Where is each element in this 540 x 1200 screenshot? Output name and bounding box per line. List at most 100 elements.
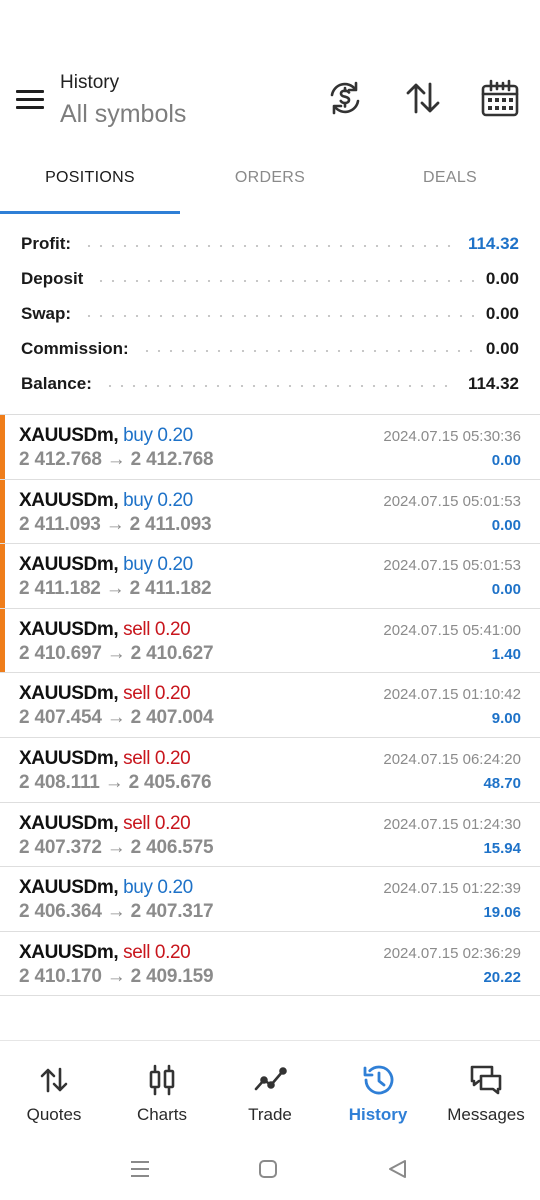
position-time: 2024.07.15 01:10:42 — [383, 686, 521, 704]
position-side: sell 0.20 — [123, 941, 191, 963]
summary-value: 114.32 — [467, 233, 519, 253]
position-row[interactable]: XAUUSDm, buy 0.20 2 411.182 → 2 411.182 20… — [0, 544, 540, 609]
position-profit: 0.00 — [491, 516, 521, 534]
summary-row-commission: Commission: 0.00 — [0, 331, 540, 366]
position-profit: 0.00 — [491, 452, 521, 469]
app-header: History All symbols — [0, 62, 540, 142]
position-time: 2024.07.15 05:30:36 — [383, 428, 521, 445]
summary-label: Profit: — [21, 233, 72, 253]
positions-list: XAUUSDm, buy 0.20 2 412.768 → 2 412.768 20… — [0, 415, 540, 997]
position-row[interactable]: XAUUSDm, sell 0.20 2 410.170 → 2 409.159 2… — [0, 932, 540, 997]
tab-positions[interactable]: POSITIONS — [0, 150, 180, 214]
summary-value: 0.00 — [485, 338, 519, 358]
position-profit: 0.00 — [491, 581, 521, 599]
summary-row-deposit: Deposit 0.00 — [0, 261, 540, 296]
position-symbol: XAUUSDm, buy 0.20 — [19, 425, 193, 446]
position-time: 2024.07.15 05:01:53 — [383, 557, 521, 575]
nav-history[interactable]: History — [324, 1041, 432, 1135]
position-prices: 2 407.372 → 2 406.575 — [19, 836, 214, 858]
position-side: buy 0.20 — [123, 489, 193, 511]
position-profit: 20.22 — [483, 968, 521, 986]
position-symbol: XAUUSDm, sell 0.20 — [19, 618, 191, 640]
position-row[interactable]: XAUUSDm, buy 0.20 2 411.093 → 2 411.093 20… — [0, 479, 540, 545]
recent-apps-icon[interactable] — [125, 1154, 155, 1184]
dotted-leader — [83, 244, 456, 247]
position-row[interactable]: XAUUSDm, sell 0.20 2 410.697 → 2 410.627 2… — [0, 608, 540, 674]
summary-label: Swap: — [21, 303, 72, 323]
currency-exchange-icon[interactable] — [325, 78, 365, 118]
position-prices: 2 411.182 → 2 411.182 — [19, 578, 212, 600]
position-row[interactable]: XAUUSDm, buy 0.20 2 406.364 → 2 407.317 20… — [0, 867, 540, 932]
position-prices: 2 410.697 → 2 410.627 — [19, 642, 214, 664]
position-symbol: XAUUSDm, buy 0.20 — [19, 877, 193, 899]
quotes-arrows-icon — [40, 1067, 68, 1093]
summary-value: 0.00 — [485, 303, 519, 323]
dotted-leader — [103, 384, 456, 387]
summary-row-profit: Profit: 114.32 — [0, 226, 540, 261]
summary-label: Commission: — [21, 338, 129, 358]
position-row[interactable]: XAUUSDm, sell 0.20 2 408.111 → 2 405.676 2… — [0, 738, 540, 803]
dotted-leader — [83, 314, 474, 317]
candlestick-chart-icon — [149, 1064, 175, 1096]
position-side: buy 0.20 — [123, 425, 193, 446]
position-row[interactable]: XAUUSDm, buy 0.20 2 412.768 → 2 412.768 20… — [0, 415, 540, 480]
position-prices: 2 410.170 → 2 409.159 — [19, 965, 214, 987]
nav-charts[interactable]: Charts — [108, 1041, 216, 1135]
messages-bubbles-icon — [470, 1065, 502, 1095]
position-time: 2024.07.15 01:22:39 — [383, 880, 521, 898]
nav-quotes[interactable]: Quotes — [0, 1041, 108, 1135]
position-side: buy 0.20 — [123, 554, 193, 576]
position-profit: 48.70 — [483, 774, 521, 792]
position-time: 2024.07.15 02:36:29 — [383, 944, 521, 962]
summary-row-swap: Swap: 0.00 — [0, 296, 540, 331]
sort-arrows-icon[interactable] — [403, 78, 443, 118]
position-time: 2024.07.15 05:41:00 — [383, 621, 521, 639]
position-time: 2024.07.15 06:24:20 — [383, 750, 521, 768]
position-symbol: XAUUSDm, buy 0.20 — [19, 554, 193, 576]
position-profit: 15.94 — [483, 839, 521, 857]
position-side: buy 0.20 — [123, 877, 193, 899]
position-side: sell 0.20 — [123, 747, 191, 769]
position-side: sell 0.20 — [123, 618, 191, 640]
calendar-icon[interactable] — [480, 78, 520, 118]
summary-label: Balance: — [21, 373, 92, 393]
position-row[interactable]: XAUUSDm, sell 0.20 2 407.454 → 2 407.004 2… — [0, 673, 540, 738]
summary-label: Deposit — [21, 268, 84, 288]
position-prices: 2 412.768 → 2 412.768 — [19, 449, 214, 470]
menu-icon[interactable] — [14, 86, 46, 114]
position-side: sell 0.20 — [123, 812, 191, 834]
position-prices: 2 407.454 → 2 407.004 — [19, 707, 214, 729]
nav-trade[interactable]: Trade — [216, 1041, 324, 1135]
nav-messages[interactable]: Messages — [432, 1041, 540, 1135]
position-symbol: XAUUSDm, sell 0.20 — [19, 683, 191, 705]
nav-label: Charts — [136, 1105, 188, 1124]
history-tabs: POSITIONS ORDERS DEALS — [0, 150, 540, 214]
position-profit: 19.06 — [483, 904, 521, 922]
position-profit: 9.00 — [491, 710, 521, 728]
tab-deals[interactable]: DEALS — [360, 150, 540, 214]
summary-value: 0.00 — [485, 268, 519, 288]
position-prices: 2 406.364 → 2 407.317 — [19, 901, 214, 923]
nav-label: Messages — [447, 1105, 525, 1124]
position-time: 2024.07.15 05:01:53 — [383, 492, 521, 510]
position-symbol: XAUUSDm, sell 0.20 — [19, 747, 191, 769]
position-row[interactable]: XAUUSDm, sell 0.20 2 407.372 → 2 406.575 2… — [0, 803, 540, 868]
nav-label: History — [348, 1105, 408, 1124]
position-symbol: XAUUSDm, sell 0.20 — [19, 941, 191, 963]
symbol-filter[interactable]: All symbols — [60, 100, 186, 129]
tab-orders[interactable]: ORDERS — [180, 150, 360, 214]
position-symbol: XAUUSDm, buy 0.20 — [19, 489, 193, 511]
trade-line-icon — [254, 1067, 287, 1091]
bottom-navigation: Quotes Charts Trade History Messages — [0, 1040, 540, 1135]
home-icon[interactable] — [253, 1154, 283, 1184]
page-title: History — [60, 72, 120, 93]
position-time: 2024.07.15 01:24:30 — [383, 815, 521, 833]
position-symbol: XAUUSDm, sell 0.20 — [19, 812, 191, 834]
summary-value: 114.32 — [467, 373, 519, 393]
summary-row-balance: Balance: 114.32 — [0, 366, 540, 401]
summary-panel: Profit: 114.32 Deposit 0.00 Swap: 0.00 C… — [0, 226, 540, 401]
position-side: sell 0.20 — [123, 683, 191, 705]
back-icon[interactable] — [383, 1154, 413, 1184]
position-prices: 2 408.111 → 2 405.676 — [19, 771, 212, 793]
dotted-leader — [95, 279, 474, 282]
